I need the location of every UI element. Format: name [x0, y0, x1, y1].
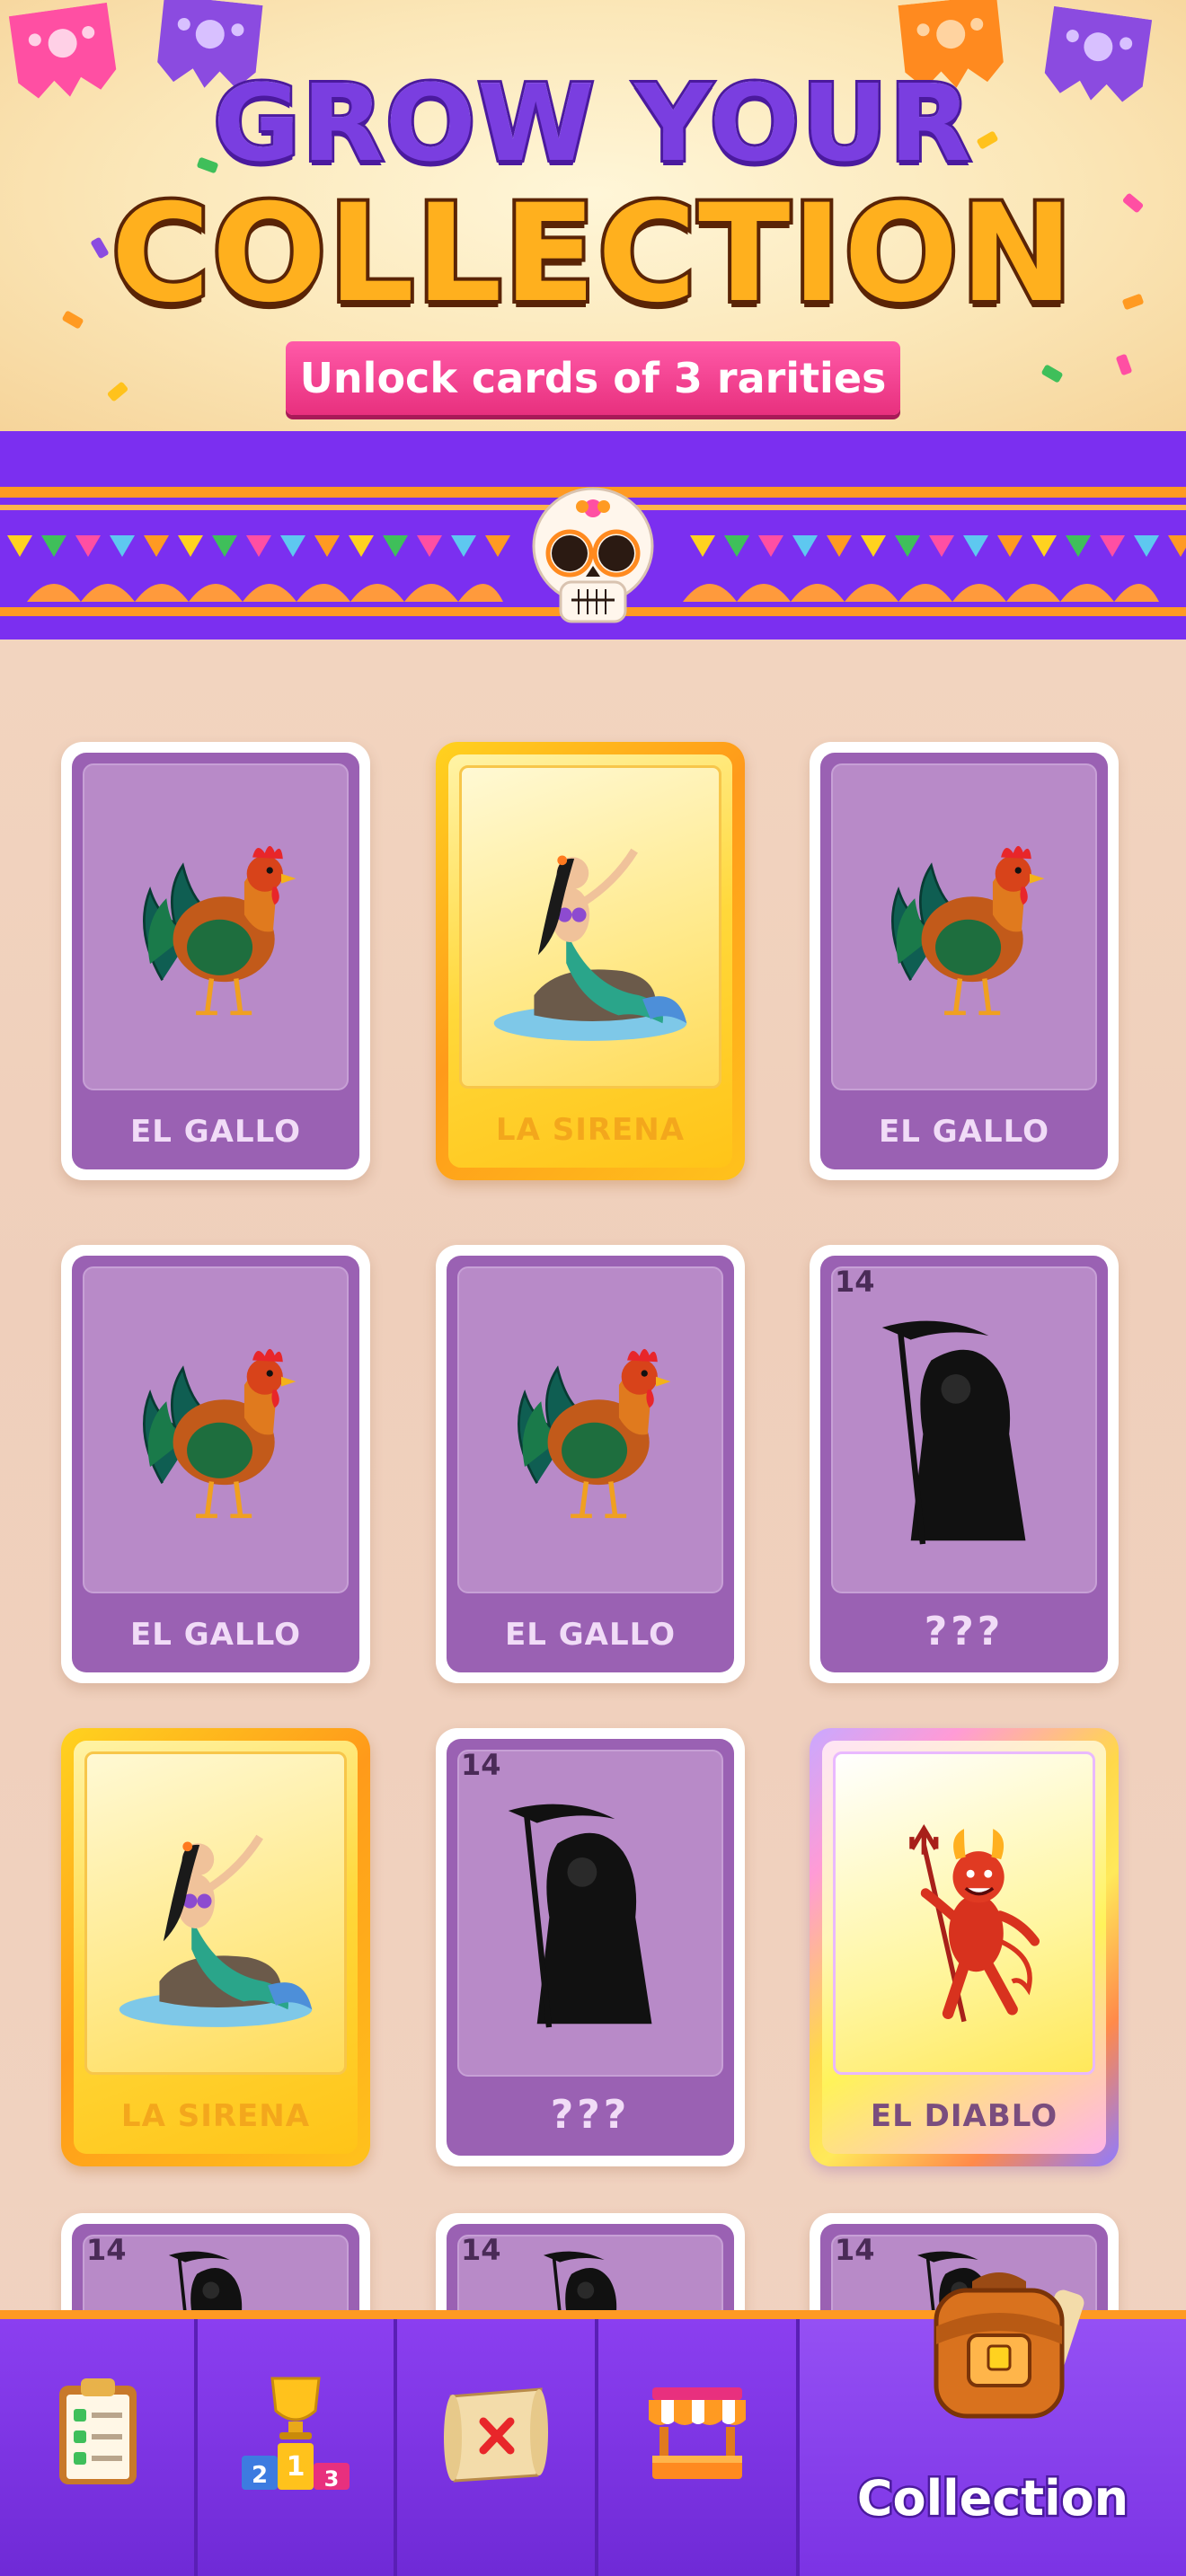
collection-card[interactable]: EL GALLO	[436, 1245, 745, 1683]
card-face: EL GALLO	[820, 753, 1108, 1169]
devil-icon	[909, 1823, 1040, 2023]
card-number: 14	[461, 2233, 501, 2267]
card-name: LA SIRENA	[495, 1112, 686, 1148]
card-artwork	[831, 1266, 1097, 1593]
card-number: 14	[835, 2233, 875, 2267]
card-face: EL GALLO	[447, 1256, 734, 1672]
collection-card[interactable]: 14???	[436, 1728, 745, 2166]
card-artwork	[84, 1751, 347, 2075]
card-artwork	[831, 763, 1097, 1090]
mermaid-icon	[119, 1834, 313, 2027]
card-face: EL DIABLO	[822, 1741, 1106, 2154]
card-face: EL GALLO	[72, 1256, 359, 1672]
rooster-icon	[142, 845, 296, 1016]
card-face: 14???	[447, 1739, 734, 2156]
collection-card[interactable]: EL GALLO	[810, 742, 1119, 1180]
card-name: EL GALLO	[130, 1617, 301, 1653]
nav-shop[interactable]	[598, 2319, 800, 2576]
card-artwork	[457, 1750, 723, 2077]
reaper-silhouette-icon	[508, 1804, 652, 2028]
rooster-icon	[517, 1348, 671, 1519]
card-name: LA SIRENA	[120, 2098, 311, 2134]
trophy-podium-icon: 2 1 3	[242, 2377, 350, 2492]
backpack-icon	[934, 2272, 1084, 2419]
collection-card[interactable]: LA SIRENA	[61, 1728, 370, 2166]
card-artwork	[833, 1751, 1095, 2075]
clipboard-checklist-icon	[59, 2378, 137, 2484]
card-name: ???	[924, 1609, 1005, 1654]
shop-stall-icon	[649, 2387, 746, 2479]
collection-card[interactable]: EL DIABLO	[810, 1728, 1119, 2166]
card-name: EL GALLO	[879, 1114, 1049, 1150]
nav-leaderboard[interactable]: 2 1 3	[198, 2319, 397, 2576]
rooster-icon	[890, 845, 1045, 1016]
card-face: 14???	[820, 1256, 1108, 1672]
card-number: 14	[86, 2233, 127, 2267]
card-name: EL DIABLO	[870, 2098, 1058, 2134]
podium-number-3: 3	[324, 2466, 340, 2492]
card-artwork	[457, 1266, 723, 1593]
card-artwork	[459, 765, 721, 1089]
card-number: 14	[835, 1265, 875, 1299]
reaper-silhouette-icon	[881, 1320, 1026, 1545]
rooster-icon	[142, 1348, 296, 1519]
mermaid-icon	[493, 848, 687, 1041]
card-face: LA SIRENA	[448, 754, 732, 1168]
podium-number-1: 1	[287, 2451, 305, 2483]
podium-number-2: 2	[252, 2462, 268, 2489]
nav-tasks[interactable]	[0, 2319, 198, 2576]
collection-card[interactable]: 14???	[810, 1245, 1119, 1683]
nav-collection-label: Collection	[854, 2468, 1130, 2529]
card-name: ???	[550, 2092, 631, 2138]
card-face: EL GALLO	[72, 753, 359, 1169]
card-grid: EL GALLO LA SIRENA EL GALLO EL GALLO EL GALL…	[0, 0, 1186, 2576]
collection-card[interactable]: LA SIRENA	[436, 742, 745, 1180]
card-face: LA SIRENA	[74, 1741, 358, 2154]
collection-card[interactable]: EL GALLO	[61, 1245, 370, 1683]
nav-map[interactable]	[397, 2319, 598, 2576]
card-artwork	[83, 763, 349, 1090]
treasure-map-icon	[444, 2387, 548, 2483]
card-name: EL GALLO	[505, 1617, 676, 1653]
card-artwork	[83, 1266, 349, 1593]
card-name: EL GALLO	[130, 1114, 301, 1150]
card-number: 14	[461, 1748, 501, 1782]
collection-card[interactable]: EL GALLO	[61, 742, 370, 1180]
